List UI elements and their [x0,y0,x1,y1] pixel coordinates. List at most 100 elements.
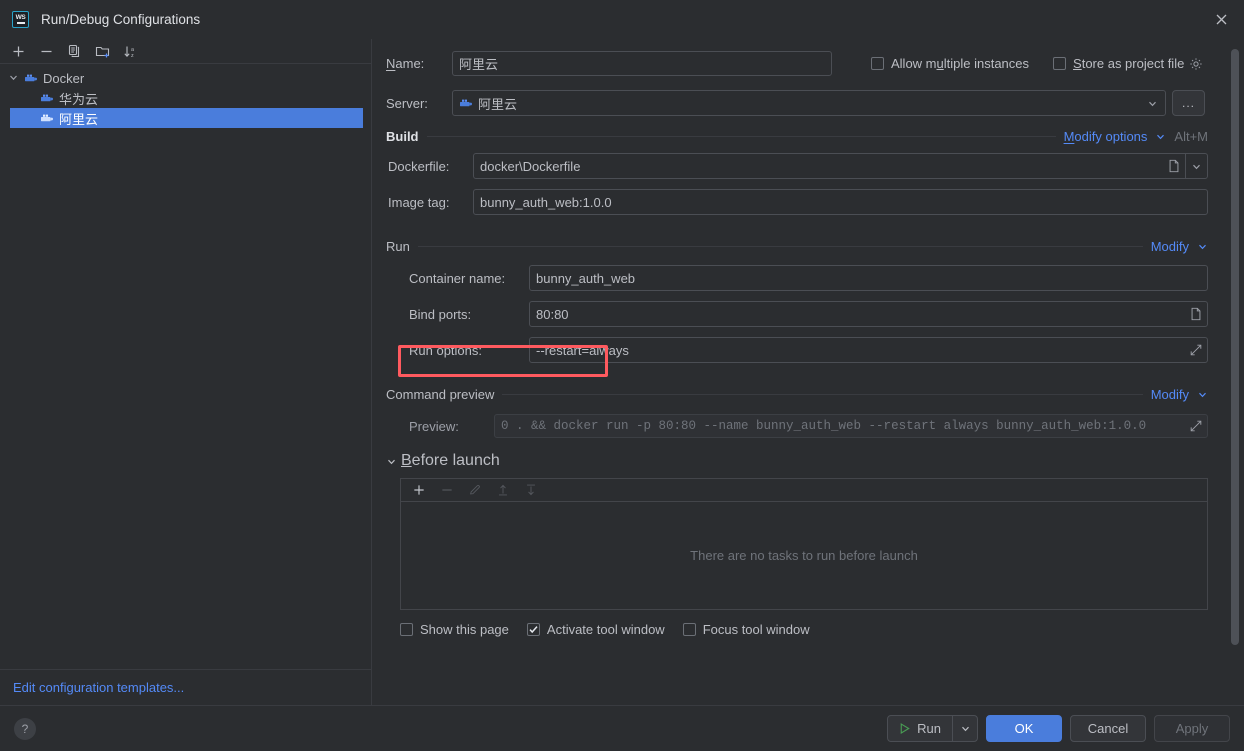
close-icon[interactable] [1198,0,1244,39]
chevron-down-icon[interactable] [386,456,397,467]
command-preview-modify-link[interactable]: Modify [1151,387,1189,402]
chevron-down-icon[interactable] [1185,154,1207,178]
browse-file-icon[interactable] [1163,154,1185,178]
before-launch-header[interactable]: Before launch [386,452,1208,470]
bind-ports-input-field[interactable] [536,306,1185,322]
configurations-tree[interactable]: Docker 华为云 阿里云 [0,64,371,669]
name-label: Name: [386,56,425,71]
dockerfile-label: Dockerfile: [388,158,450,174]
add-configuration-button[interactable] [6,41,31,62]
store-as-project-file-label: Store as project file [1073,56,1185,71]
tree-node-aliyun[interactable]: 阿里云 [10,108,363,128]
name-input[interactable] [452,51,832,76]
help-icon[interactable]: ? [14,717,36,740]
activate-tool-window-checkbox[interactable]: Activate tool window [526,622,665,637]
build-modify-options-link[interactable]: Modify options [1064,129,1148,144]
run-button-group[interactable]: Run [887,715,978,742]
show-this-page-checkbox[interactable]: Show this page [400,622,509,637]
docker-icon [40,111,54,125]
configuration-scroll-area: Name: Allow multiple instances Store as … [372,39,1244,705]
expand-preview-icon[interactable] [1185,414,1207,438]
run-section-header: Run Modify [386,239,1208,254]
divider [502,394,1143,395]
expand-editor-icon[interactable] [1185,338,1207,362]
server-browse-button[interactable]: ... [1172,90,1206,116]
configurations-footer: Edit configuration templates... [0,669,371,705]
run-button[interactable]: Run [888,716,952,741]
before-launch-tasks-panel: There are no tasks to run before launch [400,478,1208,610]
ok-button[interactable]: OK [986,715,1062,742]
chevron-down-icon[interactable] [1197,241,1208,252]
dialog-footer: ? Run OK Cancel Apply [0,705,1244,751]
name-input-field[interactable] [459,56,825,71]
chevron-down-icon[interactable] [1155,131,1166,142]
run-modify-link[interactable]: Modify [1151,239,1189,254]
before-launch-empty-message: There are no tasks to run before launch [690,548,918,563]
webstorm-logo-icon: WS [12,11,29,28]
run-dropdown-button[interactable] [953,716,977,741]
tree-node-label: 华为云 [59,91,99,107]
vertical-scrollbar[interactable] [1231,49,1239,645]
sort-configurations-button[interactable]: a z [118,41,143,62]
new-folder-button[interactable] [90,41,115,62]
configuration-form: Name: Allow multiple instances Store as … [372,39,1244,637]
chevron-down-icon[interactable] [1197,389,1208,400]
image-tag-input[interactable] [473,189,1208,215]
edit-configuration-templates-link[interactable]: Edit configuration templates... [13,680,184,695]
store-as-project-file-checkbox[interactable]: Store as project file [1053,56,1203,71]
move-task-up-button[interactable] [490,480,515,501]
server-combobox[interactable]: 阿里云 [452,90,1166,116]
server-label: Server: [386,95,428,111]
move-task-down-button[interactable] [518,480,543,501]
container-name-input[interactable] [529,265,1208,291]
play-icon [898,722,911,735]
command-preview-field: 0 . && docker run -p 80:80 --name bunny_… [494,414,1208,438]
server-browse-label: ... [1182,96,1196,110]
tree-node-huaweiyun[interactable]: 华为云 [0,88,371,108]
configurations-panel: a z Docker 华为云 阿里云 Edit configuration te… [0,39,372,705]
gear-icon[interactable] [1189,57,1203,71]
focus-tool-window-checkbox[interactable]: Focus tool window [682,622,810,637]
title-bar: WS Run/Debug Configurations [0,0,1244,39]
image-tag-input-field[interactable] [480,194,1201,210]
run-section-title: Run [386,239,410,254]
configurations-toolbar: a z [0,39,371,64]
run-options-input[interactable] [529,337,1208,363]
tree-node-docker[interactable]: Docker [0,68,371,88]
dockerfile-input-field[interactable] [480,158,1163,174]
allow-multiple-instances-checkbox[interactable]: Allow multiple instances [871,56,1029,71]
cancel-button[interactable]: Cancel [1070,715,1146,742]
command-preview-text: 0 . && docker run -p 80:80 --name bunny_… [501,419,1147,433]
tree-node-label: 阿里云 [59,111,99,127]
edit-task-button[interactable] [462,480,487,501]
run-options-input-field[interactable] [536,342,1185,358]
container-name-input-field[interactable] [536,270,1201,286]
activate-tool-window-label: Activate tool window [546,622,665,637]
chevron-down-icon[interactable] [1141,91,1163,115]
docker-icon [40,91,54,105]
checkbox-box[interactable] [1053,57,1067,70]
allow-multiple-instances-label: Allow multiple instances [891,56,1030,71]
before-launch-toolbar [401,479,1207,502]
checkbox-box[interactable] [682,623,696,636]
remove-task-button[interactable] [434,480,459,501]
browse-ports-icon[interactable] [1185,302,1207,326]
copy-configuration-button[interactable] [62,41,87,62]
bind-ports-input[interactable] [529,301,1208,327]
launch-options-checkboxes: Show this page Activate tool window Focu… [400,622,1208,637]
checkbox-box[interactable] [526,623,540,636]
add-task-button[interactable] [406,480,431,501]
run-options-label: Run options: [409,342,482,358]
dockerfile-input[interactable] [473,153,1208,179]
apply-button[interactable]: Apply [1154,715,1230,742]
preview-label: Preview: [409,418,459,434]
checkbox-box[interactable] [871,57,884,70]
chevron-down-icon[interactable] [8,71,21,86]
focus-tool-window-label: Focus tool window [702,622,810,637]
ok-button-label: OK [1014,721,1034,736]
checkbox-box[interactable] [400,623,413,636]
run-button-label: Run [917,721,941,736]
remove-configuration-button[interactable] [34,41,59,62]
run-debug-configurations-dialog: WS Run/Debug Configurations a z Docker 华… [0,0,1244,751]
divider [417,246,1143,247]
